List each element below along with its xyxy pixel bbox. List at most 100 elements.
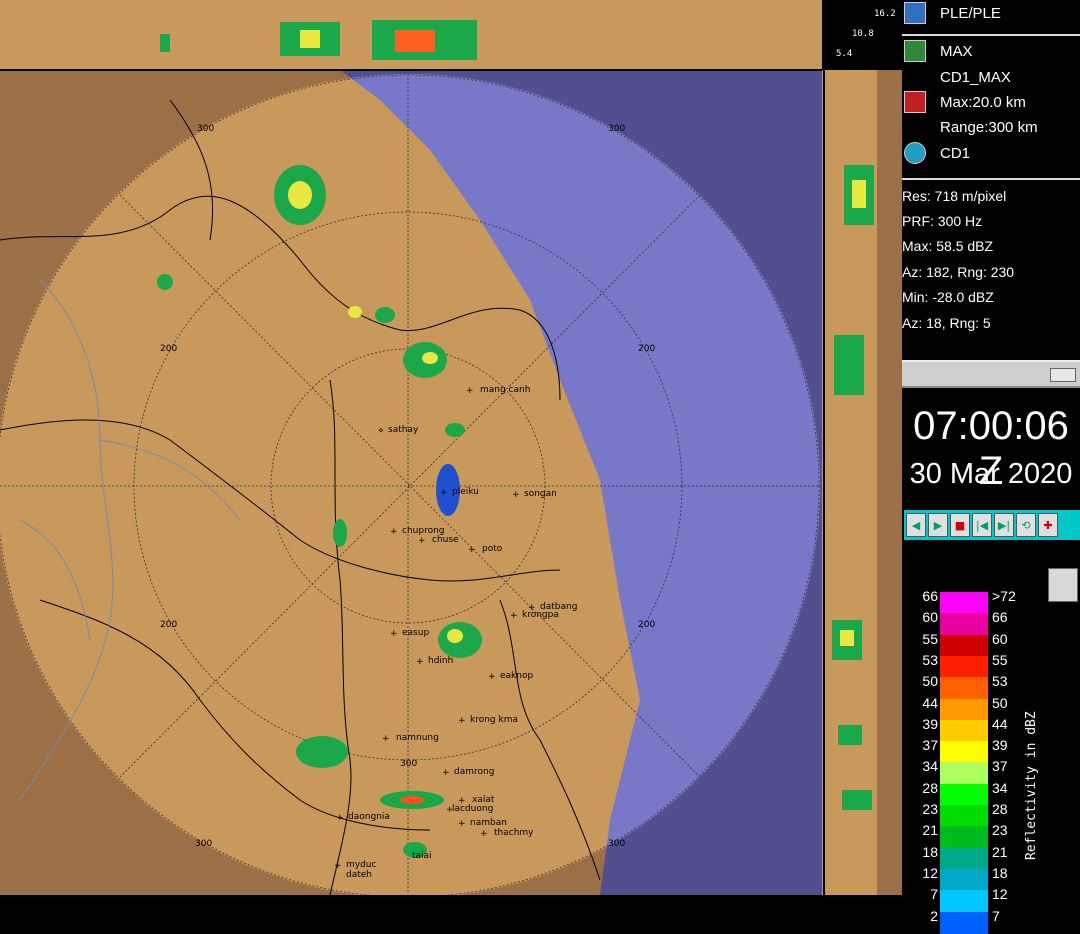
product-type-icon[interactable] (904, 2, 926, 24)
legend-label-right: 12 (992, 886, 1008, 903)
divider (902, 178, 1080, 180)
product-label: CD1 (940, 144, 971, 162)
legend-label-right: 53 (992, 673, 1008, 690)
range-label: 300 (197, 124, 214, 134)
legend-title: Reflectivity in dBZ (1024, 711, 1039, 860)
place-marker: + (488, 672, 496, 682)
step-back-icon[interactable]: ◀ (906, 513, 926, 537)
legend-swatch (940, 613, 988, 636)
legend-swatch (940, 805, 988, 828)
place-name: namban (470, 818, 507, 828)
legend-swatch (940, 847, 988, 870)
product-code: PLE/PLE (940, 4, 1001, 22)
legend-swatch (940, 868, 988, 892)
legend-label-right: 23 (992, 822, 1008, 839)
place-marker: + (390, 527, 398, 537)
legend-label-right: 66 (992, 609, 1008, 626)
place-marker: + (466, 386, 474, 396)
legend-label-right: 44 (992, 715, 1008, 732)
place-marker: + (468, 545, 476, 555)
range-label: 200 (638, 620, 655, 630)
place-marker: + (510, 611, 518, 621)
scan-date: 30 Mar 2020 (909, 458, 1073, 490)
legend-label-right: 21 (992, 843, 1008, 860)
radar-map[interactable]: 300 200 200 300 200 200 300 300 300 + man… (0, 0, 822, 895)
place-name: songan (524, 489, 557, 499)
product-label: MAX (940, 42, 973, 60)
control-panel: PLE/PLE MAX CD1_MAX Max:20.0 km Range:30… (902, 0, 1080, 934)
place-marker: + (512, 490, 520, 500)
legend-swatch (940, 719, 988, 743)
info-max: Max: 58.5 dBZ (902, 238, 994, 254)
time-slider-thumb[interactable] (1050, 368, 1076, 382)
range-label: 300 (608, 124, 625, 134)
side-section-svg (822, 70, 902, 895)
legend-swatch (940, 911, 988, 934)
height-scale-label: 10.8 (852, 29, 874, 39)
legend-swatch (940, 890, 988, 913)
place-marker: + (458, 716, 466, 726)
legend-swatch (940, 634, 988, 657)
range-label: 200 (160, 344, 177, 354)
legend-label-right: 18 (992, 864, 1008, 881)
stop-icon[interactable]: ■ (950, 513, 970, 537)
place-name: sathay (388, 425, 419, 435)
radar-map-svg: 300 200 200 300 200 200 300 300 300 + man… (0, 0, 822, 895)
product-label: CD1_MAX (940, 68, 1011, 86)
legend-swatch (940, 741, 988, 764)
range-label: 300 (608, 839, 625, 849)
place-marker: + (390, 629, 398, 639)
place-name: thachmy (494, 828, 534, 838)
place-name: chuse (432, 535, 459, 545)
legend-label-left: 66 (922, 588, 938, 604)
product-row: CD1_MAX (902, 64, 1011, 90)
clock-icon[interactable] (904, 142, 926, 164)
range-label: 200 (160, 620, 177, 630)
place-name: pleiku (452, 487, 479, 497)
height-scale-label: 16.2 (874, 9, 896, 19)
info-prf: PRF: 300 Hz (902, 213, 983, 229)
legend-swatch (940, 783, 988, 806)
product-row: MAX (902, 38, 973, 64)
legend-label-left: 23 (922, 801, 938, 817)
place-marker: + (334, 861, 342, 871)
range-label: 300 (400, 759, 417, 769)
place-name: taiai (412, 851, 432, 861)
play-icon[interactable]: ▶ (928, 513, 948, 537)
legend-label-right: 50 (992, 694, 1008, 711)
place-name: damrong (454, 767, 494, 777)
animation-controls: ◀ ▶ ■ |◀ ▶| ⟲ ✚ (904, 510, 1080, 540)
max-product-icon[interactable] (904, 40, 926, 62)
time-slider[interactable] (902, 360, 1080, 388)
place-name: krong kma (470, 715, 518, 725)
first-frame-icon[interactable]: |◀ (972, 513, 992, 537)
palette-icon[interactable] (1048, 568, 1078, 602)
place-marker: + (382, 734, 390, 744)
legend-label-left: 12 (922, 864, 938, 881)
legend-label-left: 21 (922, 822, 938, 839)
legend-swatch (940, 762, 988, 785)
legend-swatch (940, 677, 988, 700)
place-name: eaknop (500, 671, 533, 681)
speed-icon[interactable]: ✚ (1038, 513, 1058, 537)
product-row: Range:300 km (902, 114, 1038, 140)
heart-pulse-icon[interactable] (904, 91, 926, 113)
place-marker: + (480, 829, 488, 839)
legend-swatch (940, 655, 988, 679)
place-name: lacduong (452, 804, 493, 814)
range-label: 200 (638, 344, 655, 354)
place-marker: + (440, 488, 448, 498)
place-name: mang canh (480, 385, 530, 395)
legend-label-right: 55 (992, 651, 1008, 668)
place-marker: + (418, 536, 426, 546)
legend-label-left: 37 (922, 737, 938, 754)
legend-swatch (940, 592, 988, 615)
legend-label-right: >72 (992, 588, 1016, 604)
legend-swatch (940, 698, 988, 721)
product-label: Range:300 km (940, 118, 1038, 136)
product-row: PLE/PLE (902, 0, 1001, 26)
loop-icon[interactable]: ⟲ (1016, 513, 1036, 537)
last-frame-icon[interactable]: ▶| (994, 513, 1014, 537)
